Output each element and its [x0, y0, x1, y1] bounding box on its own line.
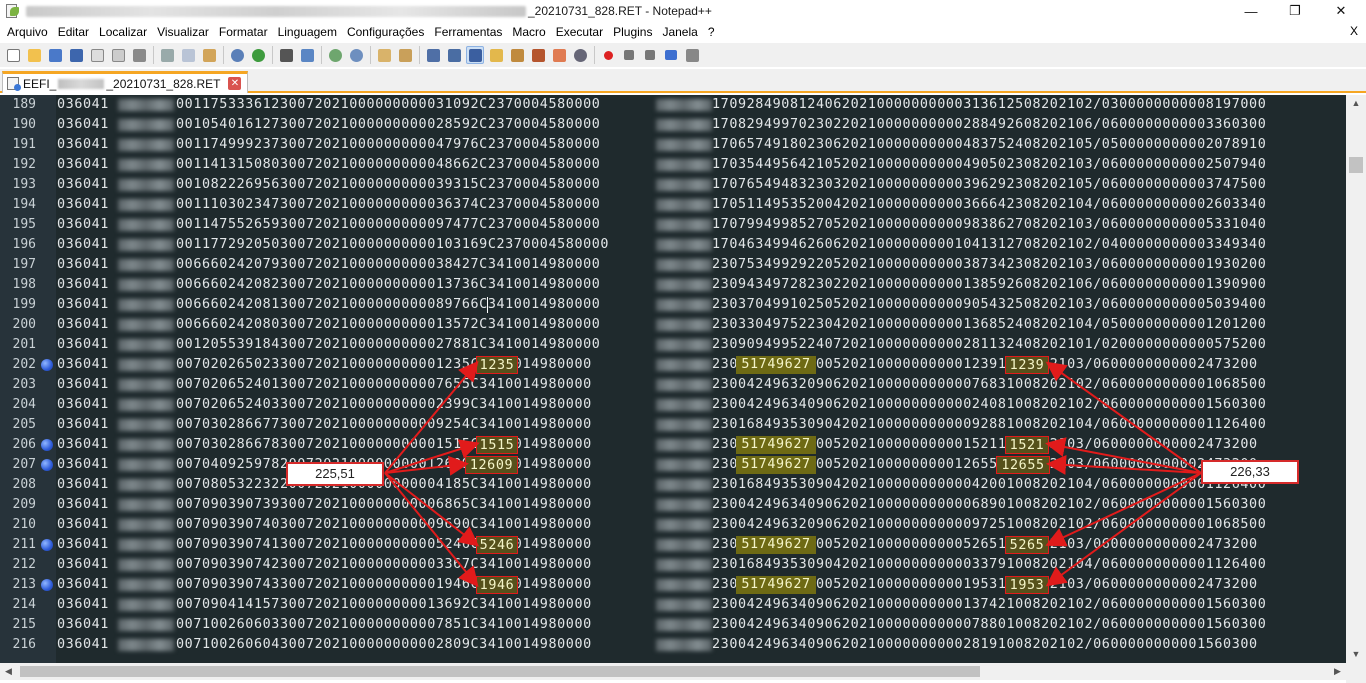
- arrow-right: [1045, 472, 1202, 587]
- menu-linguagem[interactable]: Linguagem: [273, 25, 342, 39]
- print-icon[interactable]: [130, 46, 148, 64]
- vertical-scroll-thumb[interactable]: [1349, 157, 1363, 173]
- text-editor[interactable]: 189 036041 0011753336123007202100000000003…: [0, 95, 1346, 663]
- toolbar-separator: [370, 46, 371, 64]
- toolbar-separator: [594, 46, 595, 64]
- menu-executar[interactable]: Executar: [551, 25, 608, 39]
- menu-localizar[interactable]: Localizar: [94, 25, 152, 39]
- tab-label-suffix: _20210731_828.RET: [106, 76, 221, 91]
- menu-janela[interactable]: Janela: [657, 25, 702, 39]
- toolbar: [0, 43, 1366, 67]
- horizontal-scrollbar[interactable]: ◀ ▶: [0, 663, 1346, 680]
- new-file-icon[interactable]: [4, 46, 22, 64]
- scroll-left-arrow-icon[interactable]: ◀: [0, 663, 17, 680]
- save-macro-icon[interactable]: [683, 46, 701, 64]
- redo-icon[interactable]: [249, 46, 267, 64]
- notepadpp-window: _20210731_828.RET - Notepad++ — ❐ ✕ Arqu…: [0, 0, 1366, 683]
- close-window-button[interactable]: ✕: [1318, 0, 1364, 22]
- tab-label-redacted: [58, 78, 105, 89]
- text-caret: [487, 297, 488, 313]
- save-all-icon[interactable]: [67, 46, 85, 64]
- toolbar-separator: [419, 46, 420, 64]
- window-title: _20210731_828.RET - Notepad++: [528, 4, 712, 18]
- zoom-out-icon[interactable]: [347, 46, 365, 64]
- stop-macro-icon[interactable]: [620, 46, 638, 64]
- monitoring-icon[interactable]: [571, 46, 589, 64]
- run-macro-multiple-icon[interactable]: [662, 46, 680, 64]
- copy-icon[interactable]: [179, 46, 197, 64]
- show-all-chars-icon[interactable]: [445, 46, 463, 64]
- callout-right-total: 226,33: [1201, 460, 1299, 484]
- menu-plugins[interactable]: Plugins: [608, 25, 657, 39]
- title-bar: _20210731_828.RET - Notepad++ — ❐ ✕: [0, 0, 1366, 22]
- scroll-down-arrow-icon[interactable]: ▼: [1346, 646, 1366, 663]
- scroll-up-arrow-icon[interactable]: ▲: [1346, 95, 1366, 112]
- menu-arquivo[interactable]: Arquivo: [2, 25, 53, 39]
- toolbar-separator: [153, 46, 154, 64]
- maximize-button[interactable]: ❐: [1272, 0, 1318, 22]
- callout-left-total: 225,51: [286, 462, 384, 486]
- menu-bar: Arquivo Editar Localizar Visualizar Form…: [0, 22, 1366, 42]
- toolbar-separator: [321, 46, 322, 64]
- arrow-left: [384, 472, 480, 547]
- toolbar-separator: [223, 46, 224, 64]
- tab-close-icon[interactable]: ✕: [228, 77, 242, 90]
- menu-visualizar[interactable]: Visualizar: [152, 25, 214, 39]
- sync-horizontal-icon[interactable]: [396, 46, 414, 64]
- menu-editar[interactable]: Editar: [53, 25, 94, 39]
- word-wrap-icon[interactable]: [424, 46, 442, 64]
- find-icon[interactable]: [277, 46, 295, 64]
- save-icon[interactable]: [46, 46, 64, 64]
- menu-help[interactable]: ?: [703, 25, 720, 39]
- arrow-right: [1045, 361, 1202, 474]
- notepadpp-icon: [4, 3, 20, 19]
- paste-icon[interactable]: [200, 46, 218, 64]
- vertical-scrollbar[interactable]: ▲ ▼: [1346, 95, 1366, 663]
- doc-map-icon[interactable]: [508, 46, 526, 64]
- menu-ferramentas[interactable]: Ferramentas: [429, 25, 507, 39]
- close-document-button[interactable]: X: [1350, 24, 1358, 38]
- menu-configuracoes[interactable]: Configurações: [342, 25, 429, 39]
- horizontal-scroll-thumb[interactable]: [20, 666, 980, 677]
- scrollbar-corner: [1346, 663, 1366, 683]
- annotation-arrows: [384, 360, 1202, 588]
- tab-label-prefix: EEFI_: [23, 76, 57, 91]
- tab-strip: EEFI_ _20210731_828.RET ✕: [0, 69, 1366, 93]
- arrow-left: [384, 472, 479, 588]
- menu-macro[interactable]: Macro: [507, 25, 550, 39]
- title-redacted: [26, 5, 526, 17]
- folder-workspace-icon[interactable]: [550, 46, 568, 64]
- sync-vertical-icon[interactable]: [375, 46, 393, 64]
- udl-icon[interactable]: [487, 46, 505, 64]
- undo-icon[interactable]: [228, 46, 246, 64]
- zoom-in-icon[interactable]: [326, 46, 344, 64]
- file-saved-icon: [7, 77, 21, 91]
- function-list-icon[interactable]: [529, 46, 547, 64]
- minimize-button[interactable]: —: [1228, 0, 1274, 22]
- record-macro-icon[interactable]: [599, 46, 617, 64]
- scroll-right-arrow-icon[interactable]: ▶: [1329, 663, 1346, 680]
- arrow-left: [384, 360, 479, 474]
- close-file-icon[interactable]: [88, 46, 106, 64]
- indent-guide-icon[interactable]: [466, 46, 484, 64]
- tab-eefi-file[interactable]: EEFI_ _20210731_828.RET ✕: [2, 71, 249, 93]
- toolbar-separator: [272, 46, 273, 64]
- play-macro-icon[interactable]: [641, 46, 659, 64]
- close-all-icon[interactable]: [109, 46, 127, 64]
- arrow-right: [1045, 472, 1202, 547]
- open-file-icon[interactable]: [25, 46, 43, 64]
- replace-icon[interactable]: [298, 46, 316, 64]
- cut-icon[interactable]: [158, 46, 176, 64]
- menu-formatar[interactable]: Formatar: [214, 25, 273, 39]
